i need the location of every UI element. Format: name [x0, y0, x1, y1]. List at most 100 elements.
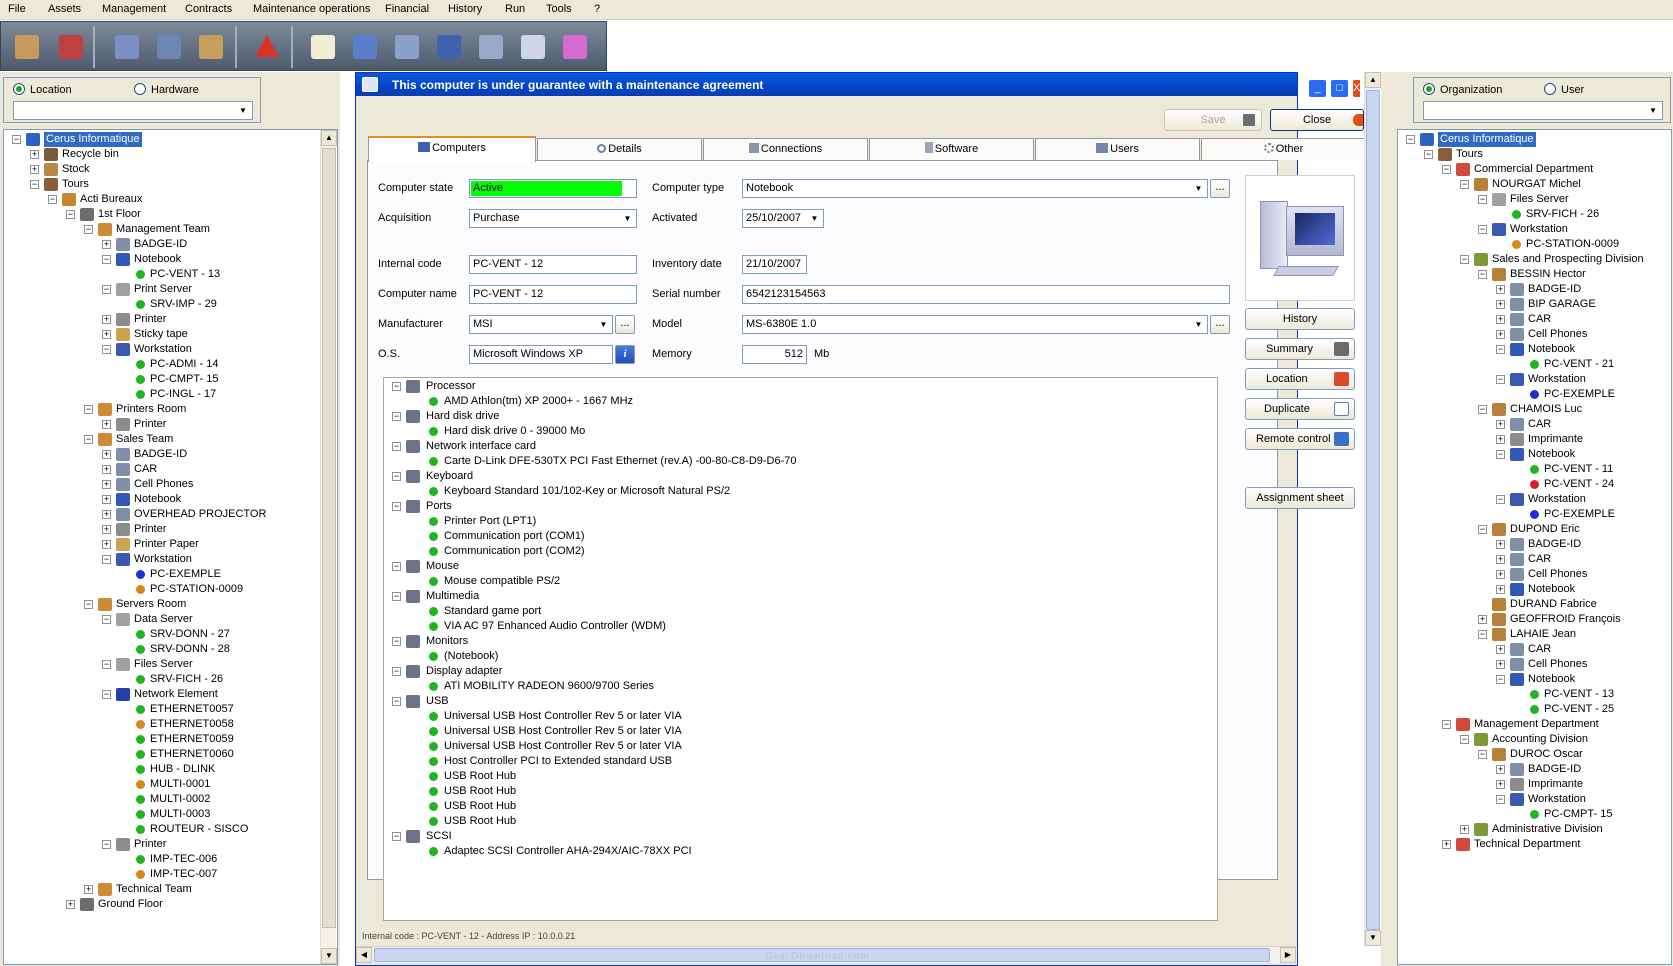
hardware-item[interactable]: Standard game port [384, 604, 1217, 619]
computer-name-field[interactable]: PC-VENT - 12 [469, 285, 637, 304]
duplicate-button[interactable]: Duplicate [1245, 398, 1355, 420]
collapse-icon[interactable]: − [1442, 720, 1451, 729]
hardware-item[interactable]: USB Root Hub [384, 799, 1217, 814]
organization-tree-row[interactable]: + BADGE-ID [1398, 282, 1671, 297]
model-browse-button[interactable]: ... [1210, 315, 1230, 334]
organization-tree-row[interactable]: + BADGE-ID [1398, 537, 1671, 552]
hardware-item[interactable]: AMD Athlon(tm) XP 2000+ - 1667 MHz [384, 394, 1217, 409]
collapse-icon[interactable]: − [1496, 345, 1505, 354]
collapse-icon[interactable]: − [102, 285, 111, 294]
organization-tree-row[interactable]: + Imprimante [1398, 777, 1671, 792]
expand-icon[interactable]: + [102, 495, 111, 504]
manufacturer-browse-button[interactable]: ... [615, 315, 635, 334]
expand-icon[interactable]: + [102, 510, 111, 519]
expand-icon[interactable]: + [102, 420, 111, 429]
organization-tree-row[interactable]: − Sales and Prospecting Division [1398, 252, 1671, 267]
organization-tree-row[interactable]: − Management Department [1398, 717, 1671, 732]
hardware-item[interactable]: Printer Port (LPT1) [384, 514, 1217, 529]
info-icon[interactable]: i [615, 345, 635, 364]
hardware-item[interactable]: Keyboard Standard 101/102-Key or Microso… [384, 484, 1217, 499]
computer-state-field[interactable]: Active [469, 179, 637, 198]
scroll-down-button[interactable]: ▼ [1365, 930, 1381, 946]
network-icon[interactable] [431, 29, 467, 65]
hardware-item[interactable]: ATI MOBILITY RADEON 9600/9700 Series [384, 679, 1217, 694]
tab-details[interactable]: Details [537, 138, 702, 160]
expand-icon[interactable]: + [1496, 285, 1505, 294]
hardware-item[interactable]: Mouse compatible PS/2 [384, 574, 1217, 589]
hardware-item[interactable]: USB Root Hub [384, 769, 1217, 784]
organization-tree-row[interactable]: − BESSIN Hector [1398, 267, 1671, 282]
expand-icon[interactable]: + [84, 885, 93, 894]
organization-tree-row[interactable]: − Files Server [1398, 192, 1671, 207]
organization-tree-row[interactable]: SRV-FICH - 26 [1398, 207, 1671, 222]
hardware-item[interactable]: (Notebook) [384, 649, 1217, 664]
organization-tree-row[interactable]: − DUROC Oscar [1398, 747, 1671, 762]
expand-icon[interactable]: + [102, 525, 111, 534]
collapse-icon[interactable]: − [102, 345, 111, 354]
location-radio-dot[interactable] [13, 83, 25, 95]
computer-type-browse-button[interactable]: ... [1210, 179, 1230, 198]
organization-tree-row[interactable]: PC-VENT - 11 [1398, 462, 1671, 477]
hardware-item[interactable]: Universal USB Host Controller Rev 5 or l… [384, 724, 1217, 739]
location-tree-row[interactable]: + Printer [4, 522, 337, 537]
expand-icon[interactable]: + [1496, 555, 1505, 564]
hardware-item[interactable]: USB Root Hub [384, 814, 1217, 829]
chevron-down-icon[interactable]: ▼ [807, 211, 822, 226]
minimize-button[interactable]: _ [1308, 79, 1327, 98]
tab-software[interactable]: Software [869, 138, 1034, 160]
tab-users[interactable]: Users [1035, 138, 1200, 160]
menu-assets[interactable]: Assets [48, 3, 81, 15]
collapse-icon[interactable]: − [1478, 405, 1487, 414]
scrollbar-thumb[interactable] [322, 148, 336, 928]
expand-icon[interactable]: + [30, 150, 39, 159]
collapse-icon[interactable]: − [1424, 150, 1433, 159]
collapse-icon[interactable]: − [392, 667, 401, 676]
scroll-up-button[interactable]: ▲ [1365, 72, 1381, 88]
location-tree-row[interactable]: + Printer [4, 312, 337, 327]
organization-tree-row[interactable]: − Workstation [1398, 792, 1671, 807]
location-tree-row[interactable]: MULTI-0003 [4, 807, 337, 822]
organization-tree-row[interactable]: − Cerus Informatique [1398, 132, 1671, 147]
collapse-icon[interactable]: − [102, 255, 111, 264]
organization-tree-row[interactable]: PC-CMPT- 15 [1398, 807, 1671, 822]
organization-tree-row[interactable]: + CAR [1398, 642, 1671, 657]
expand-icon[interactable]: + [1496, 660, 1505, 669]
assignment-sheet-button[interactable]: Assignment sheet [1245, 487, 1355, 509]
organization-tree-row[interactable]: PC-STATION-0009 [1398, 237, 1671, 252]
menu-tools[interactable]: Tools [546, 3, 572, 15]
organization-tree-row[interactable]: DURAND Fabrice [1398, 597, 1671, 612]
user-icon[interactable] [151, 29, 187, 65]
expand-icon[interactable]: + [66, 900, 75, 909]
collapse-icon[interactable]: − [392, 502, 401, 511]
organization-tree-row[interactable]: + Administrative Division [1398, 822, 1671, 837]
menu-financial[interactable]: Financial [385, 3, 429, 15]
hardware-category[interactable]: − SCSI [384, 829, 1217, 844]
collapse-icon[interactable]: − [1496, 675, 1505, 684]
location-tree-row[interactable]: ETHERNET0059 [4, 732, 337, 747]
location-tree-row[interactable]: − Print Server [4, 282, 337, 297]
collapse-icon[interactable]: − [84, 600, 93, 609]
organization-tree-row[interactable]: − NOURGAT Michel [1398, 177, 1671, 192]
collapse-icon[interactable]: − [1478, 195, 1487, 204]
activated-date-picker[interactable]: 25/10/2007 ▼ [742, 209, 824, 228]
location-tree-row[interactable]: IMP-TEC-006 [4, 852, 337, 867]
collapse-icon[interactable]: − [392, 832, 401, 841]
chevron-down-icon[interactable]: ▼ [235, 103, 251, 118]
location-tree-row[interactable]: + Notebook [4, 492, 337, 507]
model-select[interactable]: MS-6380E 1.0 ▼ [742, 315, 1208, 334]
location-tree-row[interactable]: SRV-FICH - 26 [4, 672, 337, 687]
manufacturer-select[interactable]: MSI ▼ [469, 315, 613, 334]
collapse-icon[interactable]: − [30, 180, 39, 189]
hardware-radio[interactable]: Hardware [134, 83, 199, 96]
expand-icon[interactable]: + [1442, 840, 1451, 849]
hardware-item[interactable]: Adaptec SCSI Controller AHA-294X/AIC-78X… [384, 844, 1217, 859]
location-tree-row[interactable]: PC-STATION-0009 [4, 582, 337, 597]
organization-tree-row[interactable]: PC-VENT - 21 [1398, 357, 1671, 372]
organization-tree-row[interactable]: − Notebook [1398, 447, 1671, 462]
expand-icon[interactable]: + [1496, 645, 1505, 654]
hardware-category[interactable]: − Keyboard [384, 469, 1217, 484]
collapse-icon[interactable]: − [1460, 180, 1469, 189]
internal-code-field[interactable]: PC-VENT - 12 [469, 255, 637, 274]
user-radio[interactable]: User [1544, 83, 1584, 96]
location-tree-row[interactable]: − Notebook [4, 252, 337, 267]
